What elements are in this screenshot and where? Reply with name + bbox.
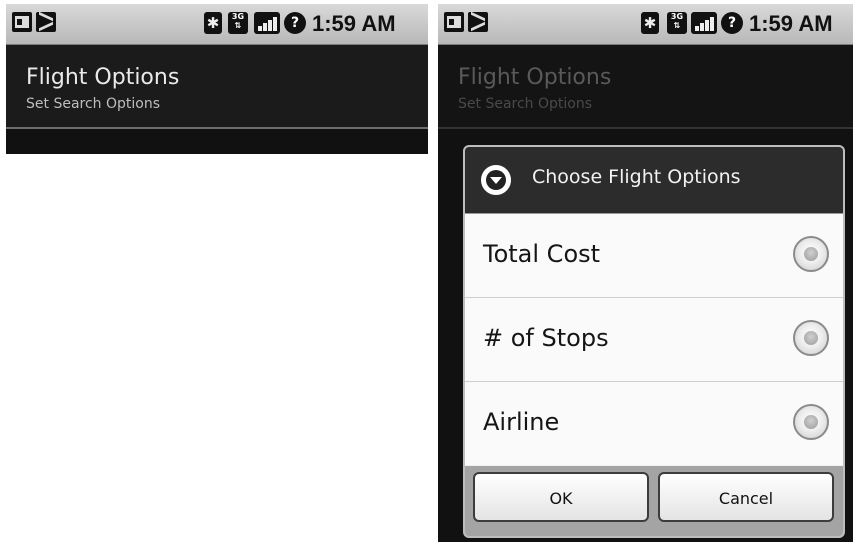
bluetooth-icon: ✱ [641, 12, 659, 34]
dialog-button-bar: OK Cancel [465, 466, 843, 536]
option-airline[interactable]: Airline [465, 382, 843, 465]
status-bar: ✱ 3G ⇅ ? 1:59 AM [438, 4, 853, 45]
option-label: # of Stops [483, 324, 609, 352]
notification-icon [444, 12, 464, 32]
help-icon: ? [284, 12, 306, 34]
sync-icon [36, 12, 56, 32]
option-label: Total Cost [483, 240, 601, 268]
3g-icon: 3G ⇅ [667, 12, 687, 34]
page-subtitle: Set Search Options [458, 96, 593, 112]
sync-icon [468, 12, 488, 32]
option-total-cost[interactable]: Total Cost [465, 214, 843, 298]
screen-right: ✱ 3G ⇅ ? 1:59 AM Flight Options Set Searc… [438, 4, 853, 542]
flight-options-dialog: Choose Flight Options Total Cost # of St… [463, 145, 845, 538]
title-divider [438, 127, 853, 129]
cancel-button[interactable]: Cancel [658, 472, 834, 522]
dialog-title: Choose Flight Options [532, 166, 741, 188]
option-label: Airline [483, 408, 560, 436]
radio-button[interactable] [793, 320, 829, 356]
page-title: Flight Options [26, 65, 180, 90]
page-title: Flight Options [458, 65, 612, 90]
ok-button[interactable]: OK [473, 472, 649, 522]
status-time: 1:59 AM [312, 11, 396, 36]
signal-icon [254, 12, 280, 34]
screen-left: ✱ 3G ⇅ ? 1:59 AM Flight Options Set Searc… [6, 4, 428, 154]
notification-icon [12, 12, 32, 32]
option-stops[interactable]: # of Stops [465, 298, 843, 382]
title-bar: Flight Options Set Search Options [6, 45, 428, 127]
help-icon: ? [721, 12, 743, 34]
3g-icon: 3G ⇅ [228, 12, 248, 34]
status-time: 1:59 AM [749, 11, 833, 36]
dropdown-circle-icon [481, 165, 511, 195]
status-bar: ✱ 3G ⇅ ? 1:59 AM [6, 4, 428, 45]
dialog-header: Choose Flight Options [465, 147, 843, 214]
bluetooth-icon: ✱ [204, 12, 222, 34]
title-divider [6, 127, 428, 129]
radio-button[interactable] [793, 236, 829, 272]
signal-icon [691, 12, 717, 34]
radio-button[interactable] [793, 404, 829, 440]
title-bar: Flight Options Set Search Options [438, 45, 853, 127]
page-subtitle: Set Search Options [26, 96, 161, 112]
